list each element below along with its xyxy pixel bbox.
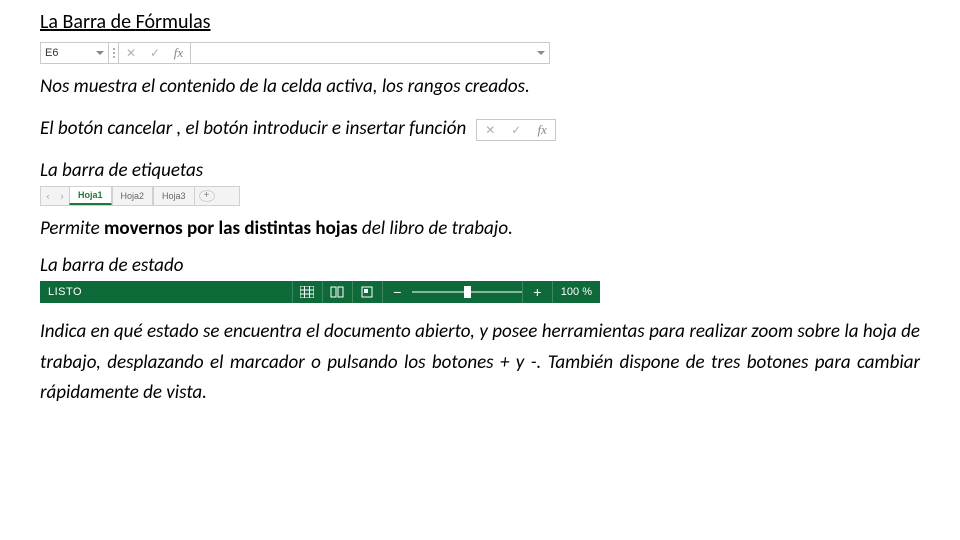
prev-sheet-button[interactable]: ‹	[41, 191, 55, 201]
p3-post: del libro de trabajo.	[358, 217, 513, 240]
enter-button-small[interactable]: ✓	[503, 120, 529, 140]
check-icon: ✓	[511, 123, 521, 137]
paragraph-1: Nos muestra el contenido de la celda act…	[40, 72, 920, 102]
p3-pre: Permite	[40, 217, 104, 240]
heading-status-bar: La barra de estado	[40, 254, 920, 277]
chevron-left-icon: ‹	[47, 191, 50, 201]
chevron-right-icon: ›	[61, 191, 64, 201]
add-sheet-button[interactable]: +	[199, 190, 215, 202]
title-formulas: Fórmulas	[136, 10, 211, 34]
paragraph-4: Indica en qué estado se encuentra el doc…	[40, 317, 920, 408]
document-page: La Barra de Fórmulas E6 ✕ ✓ fx Nos muest…	[0, 0, 960, 426]
page-break-icon	[360, 286, 374, 298]
formula-bar: E6 ✕ ✓ fx	[40, 42, 550, 64]
paragraph-2: El botón cancelar , el botón introducir …	[40, 114, 466, 144]
fx-icon: fx	[174, 45, 183, 61]
zoom-in-button[interactable]: +	[522, 281, 552, 303]
status-bar: LISTO − + 100 %	[40, 281, 600, 303]
p3-bold: movernos por las distintas hojas	[104, 217, 358, 240]
check-icon: ✓	[150, 46, 160, 60]
fx-icon: fx	[538, 122, 547, 138]
minus-icon: −	[393, 284, 401, 300]
x-icon: ✕	[485, 123, 495, 137]
expand-formula-bar-button[interactable]	[533, 43, 549, 63]
view-page-layout-button[interactable]	[322, 281, 352, 303]
formula-button-trio: ✕ ✓ fx	[476, 119, 556, 141]
sheet-tab-hoja1[interactable]: Hoja1	[69, 187, 112, 205]
sheet-tabs-bar: ‹ › Hoja1 Hoja2 Hoja3 +	[40, 186, 240, 206]
heading-formula-bar: La Barra de Fórmulas	[40, 10, 920, 34]
insert-function-button-small[interactable]: fx	[529, 120, 555, 140]
zoom-percent[interactable]: 100 %	[552, 281, 600, 303]
heading-sheet-tabs: La barra de etiquetas	[40, 159, 920, 182]
view-page-break-button[interactable]	[352, 281, 382, 303]
x-icon: ✕	[126, 46, 136, 60]
page-layout-icon	[330, 286, 344, 298]
paragraph-3: Permite movernos por las distintas hojas…	[40, 214, 920, 244]
insert-function-button[interactable]: fx	[167, 43, 191, 63]
next-sheet-button[interactable]: ›	[55, 191, 69, 201]
slider-track	[412, 291, 522, 293]
cancel-button-small[interactable]: ✕	[477, 120, 503, 140]
status-label: LISTO	[40, 286, 292, 298]
name-box-value: E6	[45, 47, 58, 59]
sheet-tab-hoja3[interactable]: Hoja3	[153, 187, 195, 205]
zoom-out-button[interactable]: −	[382, 281, 412, 303]
title-de: de	[111, 10, 136, 34]
zoom-slider[interactable]	[412, 281, 522, 303]
sheet-tab-hoja2[interactable]: Hoja2	[112, 187, 154, 205]
formula-input[interactable]	[191, 43, 533, 63]
title-prefix: La Barra	[40, 10, 111, 34]
grid-icon	[300, 286, 314, 298]
drag-handle-icon[interactable]	[109, 43, 119, 63]
name-box[interactable]: E6	[41, 43, 109, 63]
row-buttons-desc: El botón cancelar , el botón introducir …	[40, 110, 920, 148]
view-normal-button[interactable]	[292, 281, 322, 303]
cancel-button[interactable]: ✕	[119, 43, 143, 63]
plus-icon: +	[533, 284, 541, 300]
enter-button[interactable]: ✓	[143, 43, 167, 63]
slider-thumb[interactable]	[464, 286, 471, 298]
plus-icon: +	[204, 191, 210, 201]
